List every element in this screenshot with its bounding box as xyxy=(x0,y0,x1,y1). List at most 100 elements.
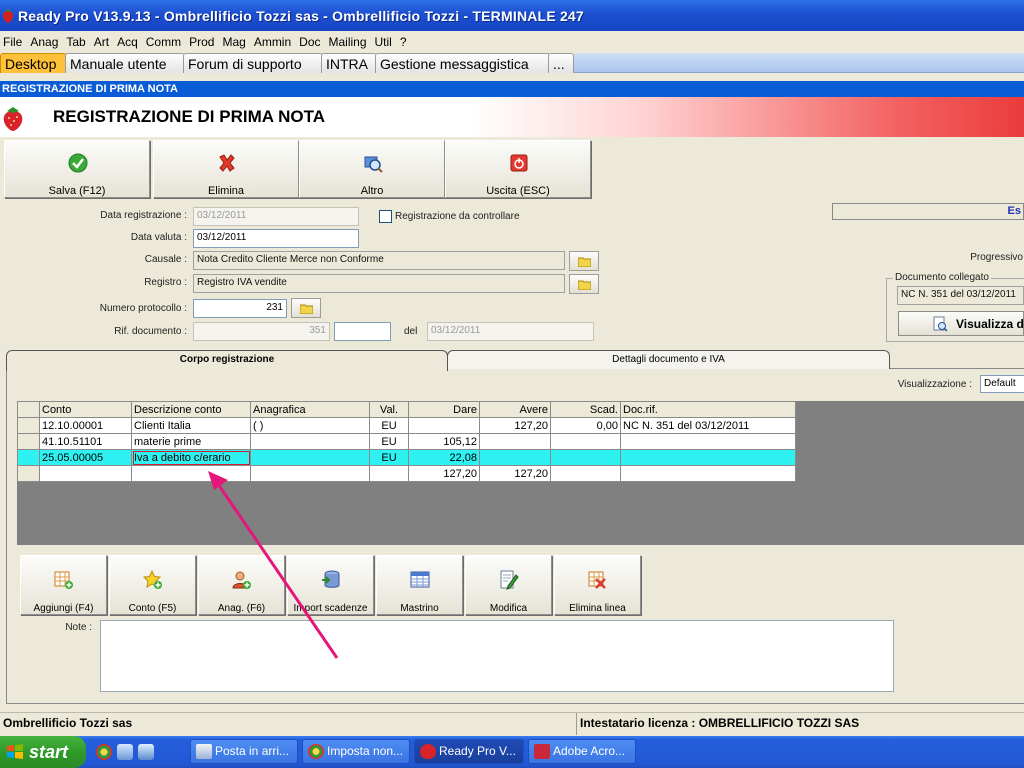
cell-conto[interactable]: 12.10.00001 xyxy=(39,417,132,434)
cell-avere[interactable]: 127,20 xyxy=(479,417,551,434)
menu-help[interactable]: ? xyxy=(397,35,412,49)
import-scadenze-button[interactable]: Import scadenze xyxy=(287,555,374,615)
cell-descrizione[interactable]: materie prime xyxy=(131,433,251,450)
exit-button[interactable]: Uscita (ESC) xyxy=(445,140,591,198)
cell-anagrafica[interactable]: ( ) xyxy=(250,417,370,434)
tab-dettagli-documento-iva[interactable]: Dettagli documento e IVA xyxy=(447,350,890,369)
cell-valuta[interactable]: EU xyxy=(369,433,409,450)
col-dare[interactable]: Dare xyxy=(408,401,480,418)
tab-corpo-registrazione[interactable]: Corpo registrazione xyxy=(6,350,448,371)
menu-tab[interactable]: Tab xyxy=(63,35,90,49)
menu-prod[interactable]: Prod xyxy=(186,35,219,49)
explorer-quicklaunch-icon[interactable] xyxy=(138,744,154,760)
cell-doc-rif[interactable]: NC N. 351 del 03/12/2011 xyxy=(620,417,796,434)
data-registrazione-field[interactable]: 03/12/2011 xyxy=(193,207,359,226)
tab-desktop[interactable]: Desktop xyxy=(0,53,67,73)
magnifier-icon xyxy=(364,156,383,173)
window-titlebar[interactable]: Ready Pro V13.9.13 - Ombrellificio Tozzi… xyxy=(0,0,1024,31)
anag-button[interactable]: Anag. (F6) xyxy=(198,555,285,615)
reg-da-controllare-checkbox[interactable] xyxy=(379,210,392,223)
row-gutter[interactable] xyxy=(17,449,40,466)
cell-doc-rif[interactable] xyxy=(620,449,796,466)
taskbar-item-acrobat[interactable]: Adobe Acro... xyxy=(528,739,636,764)
desktop-quicklaunch-icon[interactable] xyxy=(117,744,133,760)
chrome-quicklaunch-icon[interactable] xyxy=(96,744,112,760)
numero-protocollo-label: Numero protocollo : xyxy=(99,303,187,314)
tab-more[interactable]: ... xyxy=(548,53,574,73)
mail-icon xyxy=(196,744,212,759)
cell-scadenza[interactable]: 0,00 xyxy=(550,417,621,434)
col-valuta[interactable]: Val. xyxy=(369,401,409,418)
mastrino-button[interactable]: Mastrino xyxy=(376,555,463,615)
menu-file[interactable]: File xyxy=(0,35,27,49)
cell-anagrafica[interactable] xyxy=(250,449,370,466)
menu-anag[interactable]: Anag xyxy=(27,35,63,49)
add-row-button[interactable]: Aggiungi (F4) xyxy=(20,555,107,615)
menu-mailing[interactable]: Mailing xyxy=(326,35,372,49)
cell-valuta[interactable]: EU xyxy=(369,417,409,434)
data-valuta-field[interactable]: 03/12/2011 xyxy=(193,229,359,248)
table-row-selected[interactable]: 25.05.00005 Iva a debito c/erario EU 22,… xyxy=(17,449,796,466)
menu-util[interactable]: Util xyxy=(372,35,397,49)
registro-lookup-button[interactable] xyxy=(569,274,599,294)
cell-descrizione-focused[interactable]: Iva a debito c/erario xyxy=(131,449,251,466)
save-button[interactable]: Salva (F12) xyxy=(4,140,150,198)
cell-doc-rif[interactable] xyxy=(620,433,796,450)
other-button[interactable]: Altro xyxy=(299,140,445,198)
cell-anagrafica[interactable] xyxy=(250,433,370,450)
row-gutter[interactable] xyxy=(17,433,40,450)
numero-protocollo-field[interactable]: 231 xyxy=(193,299,287,318)
tab-gestione-messaggistica[interactable]: Gestione messaggistica xyxy=(375,53,550,73)
causale-field[interactable]: Nota Credito Cliente Merce non Conforme xyxy=(193,251,565,270)
col-conto[interactable]: Conto xyxy=(39,401,132,418)
conto-button[interactable]: Conto (F5) xyxy=(109,555,196,615)
prima-nota-grid: Conto Descrizione conto Anagrafica Val. … xyxy=(17,401,796,482)
visualizza-documento-button[interactable]: Visualizza do xyxy=(898,311,1024,336)
menu-art[interactable]: Art xyxy=(91,35,114,49)
taskbar-item-readypro[interactable]: Ready Pro V... xyxy=(414,739,524,764)
protocollo-lookup-button[interactable] xyxy=(291,298,321,318)
tab-intra[interactable]: INTRA xyxy=(321,53,377,73)
rif-documento-number-field[interactable]: 351 xyxy=(193,322,330,341)
cell-dare[interactable]: 22,08 xyxy=(408,449,480,466)
col-descrizione[interactable]: Descrizione conto xyxy=(131,401,251,418)
taskbar-item-posta[interactable]: Posta in arri... xyxy=(190,739,298,764)
cell-scadenza[interactable] xyxy=(550,433,621,450)
modifica-button[interactable]: Modifica xyxy=(465,555,552,615)
elimina-linea-button[interactable]: Elimina linea xyxy=(554,555,641,615)
table-row[interactable]: 41.10.51101 materie prime EU 105,12 xyxy=(17,433,796,450)
col-scadenza[interactable]: Scad. xyxy=(550,401,621,418)
start-button[interactable]: start xyxy=(0,736,86,768)
page-title: REGISTRAZIONE DI PRIMA NOTA xyxy=(53,107,325,126)
col-avere[interactable]: Avere xyxy=(479,401,551,418)
cell-conto[interactable]: 25.05.00005 xyxy=(39,449,132,466)
registro-field[interactable]: Registro IVA vendite xyxy=(193,274,565,293)
folder-icon xyxy=(578,257,591,267)
taskbar-item-imposta[interactable]: Imposta non... xyxy=(302,739,410,764)
menu-doc[interactable]: Doc xyxy=(296,35,325,49)
cell-valuta[interactable]: EU xyxy=(369,449,409,466)
cell-avere[interactable] xyxy=(479,433,551,450)
row-gutter[interactable] xyxy=(17,417,40,434)
cell-dare[interactable] xyxy=(408,417,480,434)
rif-documento-suffix-field[interactable] xyxy=(334,322,391,341)
menu-acq[interactable]: Acq xyxy=(114,35,143,49)
col-doc-rif[interactable]: Doc.rif. xyxy=(620,401,796,418)
cell-dare[interactable]: 105,12 xyxy=(408,433,480,450)
cell-descrizione[interactable]: Clienti Italia xyxy=(131,417,251,434)
menu-comm[interactable]: Comm xyxy=(143,35,186,49)
menu-mag[interactable]: Mag xyxy=(219,35,250,49)
note-textarea[interactable] xyxy=(100,620,894,692)
cell-conto[interactable]: 41.10.51101 xyxy=(39,433,132,450)
tab-forum-supporto[interactable]: Forum di supporto xyxy=(183,53,323,73)
col-anagrafica[interactable]: Anagrafica xyxy=(250,401,370,418)
menu-ammin[interactable]: Ammin xyxy=(251,35,296,49)
tab-manuale-utente[interactable]: Manuale utente xyxy=(65,53,185,73)
delete-button[interactable]: Elimina xyxy=(153,140,299,198)
visualizzazione-select[interactable]: Default xyxy=(980,375,1024,393)
table-row[interactable]: 12.10.00001 Clienti Italia ( ) EU 127,20… xyxy=(17,417,796,434)
cell-scadenza[interactable] xyxy=(550,449,621,466)
cell-avere[interactable] xyxy=(479,449,551,466)
rif-documento-date-field[interactable]: 03/12/2011 xyxy=(427,322,594,341)
causale-lookup-button[interactable] xyxy=(569,251,599,271)
